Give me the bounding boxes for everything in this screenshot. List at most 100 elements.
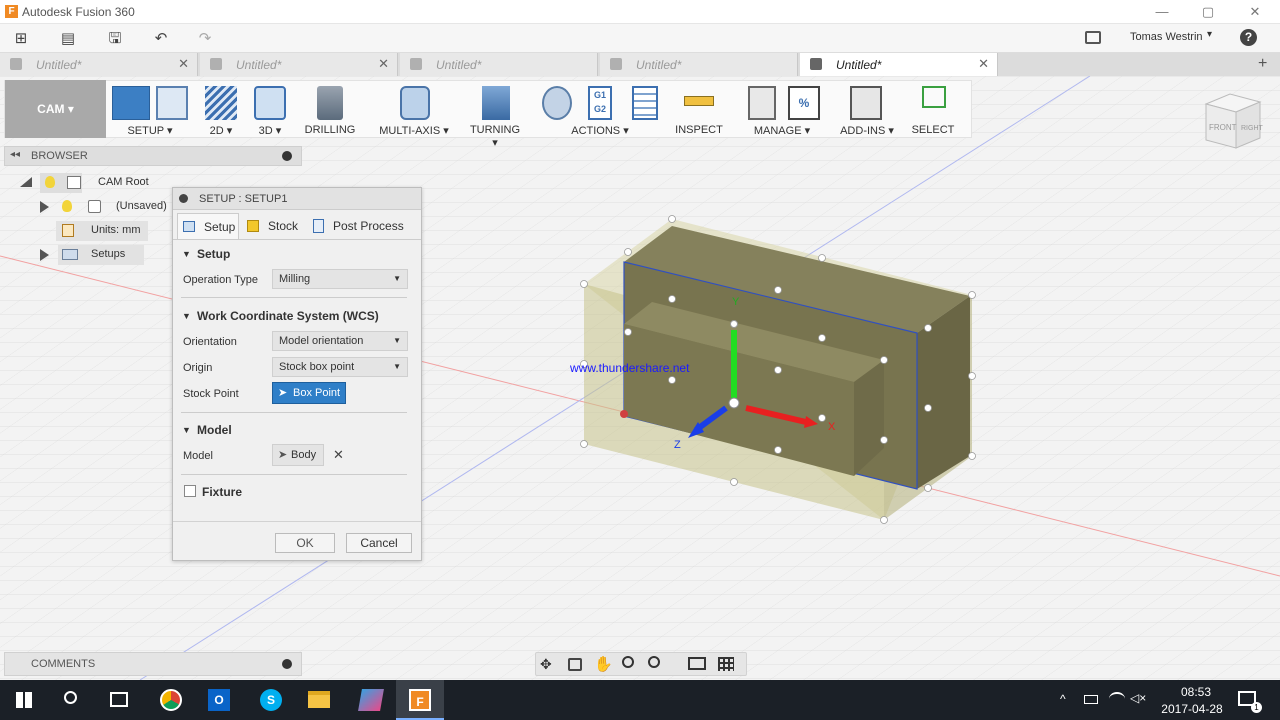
comments-title: COMMENTS [31,658,96,670]
operation-type-select[interactable]: Milling ▼ [272,269,408,289]
collapse-section-icon[interactable]: ▼ [182,425,191,435]
visibility-bulb-icon[interactable] [45,176,55,188]
volume-muted-icon[interactable]: ◁× [1130,691,1146,705]
user-name[interactable]: Tomas Westrin [1130,31,1203,43]
toolbar-select[interactable]: SELECT [908,84,958,136]
start-button[interactable] [0,680,48,720]
browser-pin-icon[interactable] [282,151,292,161]
tab-setup[interactable]: Setup [177,213,239,239]
file-menu-icon[interactable]: ▤ [54,28,82,50]
toolbar-turning[interactable]: TURNING ▾ [466,84,524,149]
toolbar-actions[interactable]: G1 G2 ACTIONS ▾ [538,84,662,137]
help-icon[interactable]: ? [1240,29,1257,46]
close-button[interactable]: ✕ [1246,3,1264,21]
y-axis-handle[interactable] [730,320,738,328]
dialog-pin-icon[interactable] [179,194,188,203]
tool-library-icon[interactable] [748,86,776,120]
expand-arrow-icon[interactable] [40,201,49,213]
tab-close-icon[interactable]: ✕ [178,56,189,72]
browser-item-unsaved[interactable]: (Unsaved) [38,197,172,217]
browser-item-cam-root[interactable]: CAM Root [20,173,170,193]
setup-sheet-report-icon[interactable] [632,86,658,120]
toolbar-setup[interactable]: SETUP ▾ [110,84,190,137]
document-tab[interactable]: Untitled* [600,53,798,76]
model-body-selector[interactable]: ➤ Body [272,444,324,466]
maximize-button[interactable]: ▢ [1199,3,1217,21]
data-panel-grid-icon[interactable]: ⊞ [10,28,32,50]
clear-model-icon[interactable]: ✕ [333,447,344,463]
toolbar-2d[interactable]: 2D ▾ [201,84,241,137]
tab-close-icon[interactable]: ✕ [378,56,389,72]
wifi-icon[interactable] [1109,692,1125,706]
ok-button[interactable]: OK [275,533,335,553]
new-tab-icon[interactable]: + [1258,55,1267,73]
tab-close-icon[interactable]: ✕ [978,56,989,72]
collapse-browser-icon[interactable]: ◂◂ [10,149,20,160]
collapse-section-icon[interactable]: ▼ [182,311,191,321]
simulate-icon[interactable] [542,86,572,120]
clock-time[interactable]: 08:53 [1166,685,1226,699]
toolbar-manage[interactable]: % MANAGE ▾ [742,84,822,137]
document-tab[interactable]: Untitled* ✕ [200,53,398,76]
search-button[interactable] [48,680,96,720]
comments-add-icon[interactable] [282,659,292,669]
display-settings-icon[interactable] [688,657,706,670]
toolbar-3d[interactable]: 3D ▾ [250,84,290,137]
pan-icon[interactable]: ✋ [594,655,613,673]
origin-select[interactable]: Stock box point ▼ [272,357,408,377]
toolbar-drilling[interactable]: DRILLING [303,84,357,136]
collapse-section-icon[interactable]: ▼ [182,249,191,259]
document-tab-active[interactable]: Untitled* ✕ [800,53,998,76]
orientation-label: Orientation [183,336,237,348]
toolbar-inspect[interactable]: INSPECT [674,84,724,136]
fit-icon[interactable] [648,656,660,668]
setup-folder-icon[interactable] [112,86,150,120]
chrome-taskbar-button[interactable] [148,680,196,720]
skype-taskbar-button[interactable]: S [248,680,296,720]
expand-arrow-icon[interactable] [20,177,32,187]
grid-settings-icon[interactable] [718,657,734,671]
comments-panel[interactable]: COMMENTS [4,652,302,676]
show-hidden-icons-icon[interactable]: ^ [1060,692,1066,706]
document-icon [210,58,222,70]
zoom-icon[interactable] [622,656,634,668]
toolbar-label: MANAGE ▾ [753,125,811,137]
job-status-icon[interactable] [1085,31,1101,44]
cancel-button[interactable]: Cancel [346,533,412,553]
document-tab[interactable]: Untitled* ✕ [0,53,198,76]
browser-item-units[interactable]: Units: mm [56,221,148,241]
minimize-button[interactable]: — [1153,3,1171,21]
toolbar-add-ins[interactable]: ADD-INS ▾ [836,84,898,137]
expand-arrow-icon[interactable] [40,249,49,261]
outlook-taskbar-button[interactable]: O [196,680,244,720]
browser-panel-header[interactable]: ◂◂ BROWSER [4,146,302,166]
fixture-checkbox[interactable] [184,485,196,497]
orientation-select[interactable]: Model orientation ▼ [272,331,408,351]
visibility-bulb-icon[interactable] [62,200,72,212]
document-tab[interactable]: Untitled* [400,53,598,76]
tab-stock[interactable]: Stock [243,213,303,239]
document-icon [610,58,622,70]
user-dropdown-icon[interactable]: ▾ [1207,29,1212,40]
browser-item-setups[interactable]: Setups [38,245,148,265]
tab-post-process[interactable]: Post Process [309,213,417,239]
undo-icon[interactable]: ↶ [144,28,178,50]
wcs-origin[interactable] [728,397,740,409]
battery-icon[interactable] [1084,695,1098,704]
explorer-taskbar-button[interactable] [296,680,344,720]
orbit-icon[interactable]: ✥ [540,656,552,673]
app-taskbar-button[interactable] [348,680,396,720]
look-at-icon[interactable] [568,658,582,671]
box-point-select-button[interactable]: ➤ Box Point [272,382,346,404]
save-icon[interactable]: 🖫 [104,28,126,50]
templates-icon[interactable]: % [788,86,820,120]
clock-date[interactable]: 2017-04-28 [1156,702,1228,716]
task-view-button[interactable] [96,680,144,720]
redo-icon[interactable]: ↷ [188,28,222,50]
post-process-icon[interactable]: G1 G2 [588,86,612,120]
toolbar-multi-axis[interactable]: MULTI-AXIS ▾ [378,84,450,137]
dialog-header[interactable]: SETUP : SETUP1 [173,188,421,210]
fusion-taskbar-button[interactable]: F [396,680,444,720]
workspace-switcher[interactable]: CAM ▾ [5,80,106,138]
setup-sheet-icon[interactable] [156,86,188,120]
